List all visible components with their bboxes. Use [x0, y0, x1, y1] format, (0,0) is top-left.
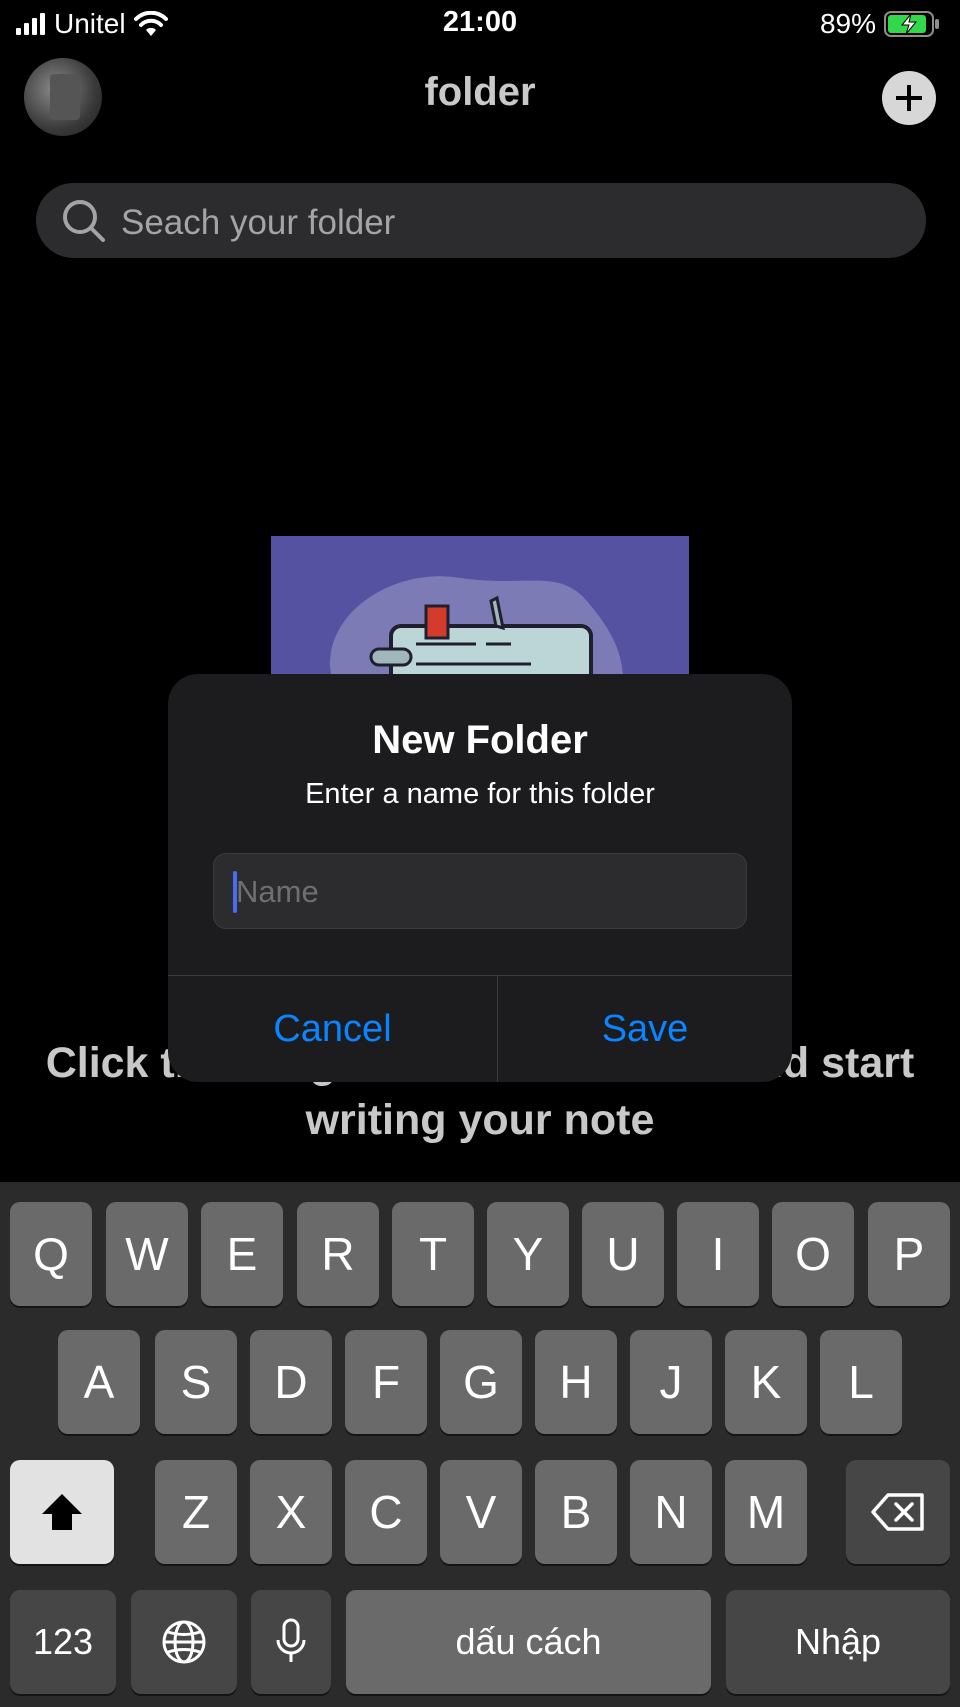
dialog-title: New Folder: [372, 718, 588, 762]
shift-icon: [42, 1494, 82, 1530]
status-time: 21:00: [442, 6, 518, 38]
dictation-key[interactable]: [251, 1590, 331, 1694]
backspace-key[interactable]: [846, 1460, 950, 1564]
key-r[interactable]: R: [297, 1202, 379, 1306]
battery-percentage: 89%: [819, 8, 876, 39]
key-a[interactable]: A: [58, 1330, 140, 1434]
battery-charging-icon: [884, 11, 939, 37]
microphone-icon: [276, 1618, 306, 1662]
folder-name-input[interactable]: Name: [213, 853, 747, 929]
search-placeholder: Seach your folder: [121, 203, 396, 242]
key-p[interactable]: P: [868, 1202, 950, 1306]
new-folder-dialog: New Folder Enter a name for this folder …: [168, 674, 792, 1082]
backspace-icon: [871, 1493, 924, 1531]
key-c[interactable]: C: [345, 1460, 427, 1564]
key-d[interactable]: D: [250, 1330, 332, 1434]
globe-icon: [162, 1620, 206, 1664]
key-s[interactable]: S: [155, 1330, 237, 1434]
empty-state-illustration: [271, 536, 689, 674]
key-q[interactable]: Q: [10, 1202, 92, 1306]
return-key[interactable]: Nhập: [726, 1590, 950, 1694]
key-f[interactable]: F: [345, 1330, 427, 1434]
page-title: folder: [424, 70, 536, 114]
dialog-message: Enter a name for this folder: [305, 778, 655, 810]
key-i[interactable]: I: [677, 1202, 759, 1306]
space-key[interactable]: dấu cách: [346, 1590, 711, 1694]
keyboard: Q W E R T Y U I O P A S D F G H J K L Z …: [0, 1182, 960, 1707]
cancel-button[interactable]: Cancel: [168, 976, 497, 1082]
key-y[interactable]: Y: [487, 1202, 569, 1306]
key-x[interactable]: X: [250, 1460, 332, 1564]
key-v[interactable]: V: [440, 1460, 522, 1564]
save-button[interactable]: Save: [498, 976, 792, 1082]
status-bar: Unitel 21:00 89%: [0, 0, 960, 50]
status-right: 89%: [820, 8, 940, 40]
key-o[interactable]: O: [772, 1202, 854, 1306]
key-h[interactable]: H: [535, 1330, 617, 1434]
numbers-key[interactable]: 123: [10, 1590, 116, 1694]
search-icon: [63, 200, 105, 242]
key-m[interactable]: M: [725, 1460, 807, 1564]
key-u[interactable]: U: [582, 1202, 664, 1306]
shift-key[interactable]: [10, 1460, 114, 1564]
add-folder-button[interactable]: [882, 71, 936, 125]
key-l[interactable]: L: [820, 1330, 902, 1434]
folder-name-placeholder: Name: [236, 874, 319, 909]
key-g[interactable]: G: [440, 1330, 522, 1434]
key-z[interactable]: Z: [155, 1460, 237, 1564]
key-e[interactable]: E: [201, 1202, 283, 1306]
key-t[interactable]: T: [392, 1202, 474, 1306]
globe-key[interactable]: [131, 1590, 237, 1694]
key-n[interactable]: N: [630, 1460, 712, 1564]
key-j[interactable]: J: [630, 1330, 712, 1434]
search-input[interactable]: Seach your folder: [36, 183, 926, 258]
plus-icon: [896, 85, 922, 111]
notebook-illustration-icon: [330, 576, 623, 674]
key-k[interactable]: K: [725, 1330, 807, 1434]
key-b[interactable]: B: [535, 1460, 617, 1564]
key-w[interactable]: W: [106, 1202, 188, 1306]
